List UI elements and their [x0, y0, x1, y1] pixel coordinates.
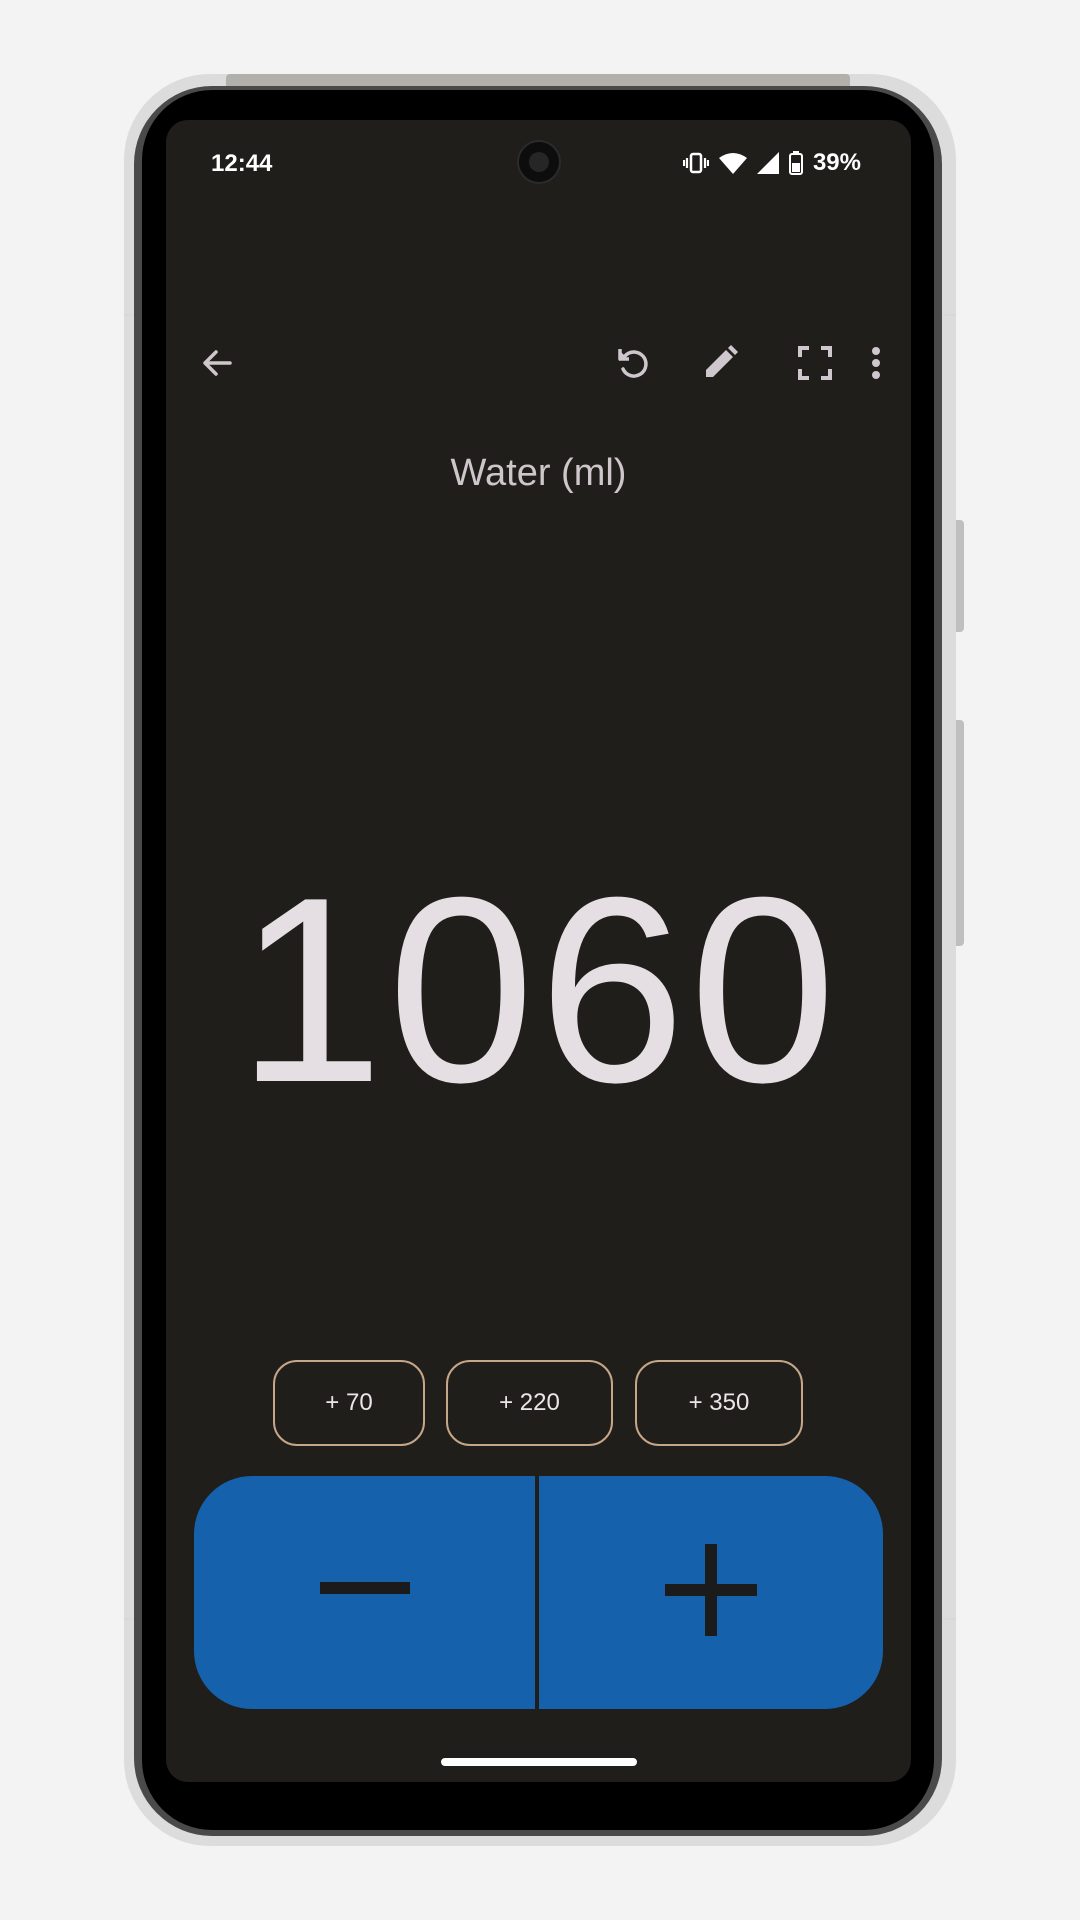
- undo-button[interactable]: [606, 338, 660, 392]
- counter-value: 1060: [236, 842, 841, 1137]
- power-button: [956, 520, 964, 632]
- minus-icon: [319, 1582, 410, 1603]
- quick-add-button-220[interactable]: + 220: [446, 1360, 613, 1446]
- quick-add-button-70[interactable]: + 70: [273, 1360, 425, 1446]
- back-button[interactable]: [190, 338, 244, 392]
- status-bar: 12:44 39%: [166, 120, 911, 212]
- more-vert-icon: [870, 346, 882, 385]
- volume-button: [956, 720, 964, 946]
- battery-icon: [788, 151, 803, 175]
- quick-add-row: + 70 + 220 + 350: [166, 1360, 911, 1450]
- vibrate-icon: [682, 152, 709, 174]
- plus-icon: [665, 1544, 757, 1641]
- fullscreen-button[interactable]: [788, 338, 842, 392]
- quick-add-button-350[interactable]: + 350: [635, 1360, 803, 1446]
- status-icons: 39%: [682, 149, 861, 176]
- counter-pad: [194, 1476, 883, 1709]
- back-arrow-icon: [200, 346, 234, 385]
- increment-button[interactable]: [539, 1476, 883, 1709]
- edit-button[interactable]: [693, 338, 747, 392]
- more-options-button[interactable]: [849, 338, 903, 392]
- battery-percent: 39%: [812, 149, 861, 176]
- wifi-icon: [718, 152, 747, 174]
- undo-icon: [615, 345, 651, 386]
- counter-title: Water (ml): [450, 452, 627, 494]
- decrement-button[interactable]: [194, 1476, 535, 1709]
- status-time: 12:44: [211, 150, 273, 177]
- app-screen: 12:44 39% Water (ml) 1060 + 70 + 220 + 3…: [166, 120, 911, 1782]
- edit-pencil-icon: [702, 344, 738, 386]
- signal-icon: [756, 152, 779, 174]
- home-indicator[interactable]: [441, 1758, 637, 1766]
- top-app-bar: [166, 330, 911, 400]
- front-camera: [517, 140, 561, 184]
- fullscreen-icon: [797, 345, 833, 386]
